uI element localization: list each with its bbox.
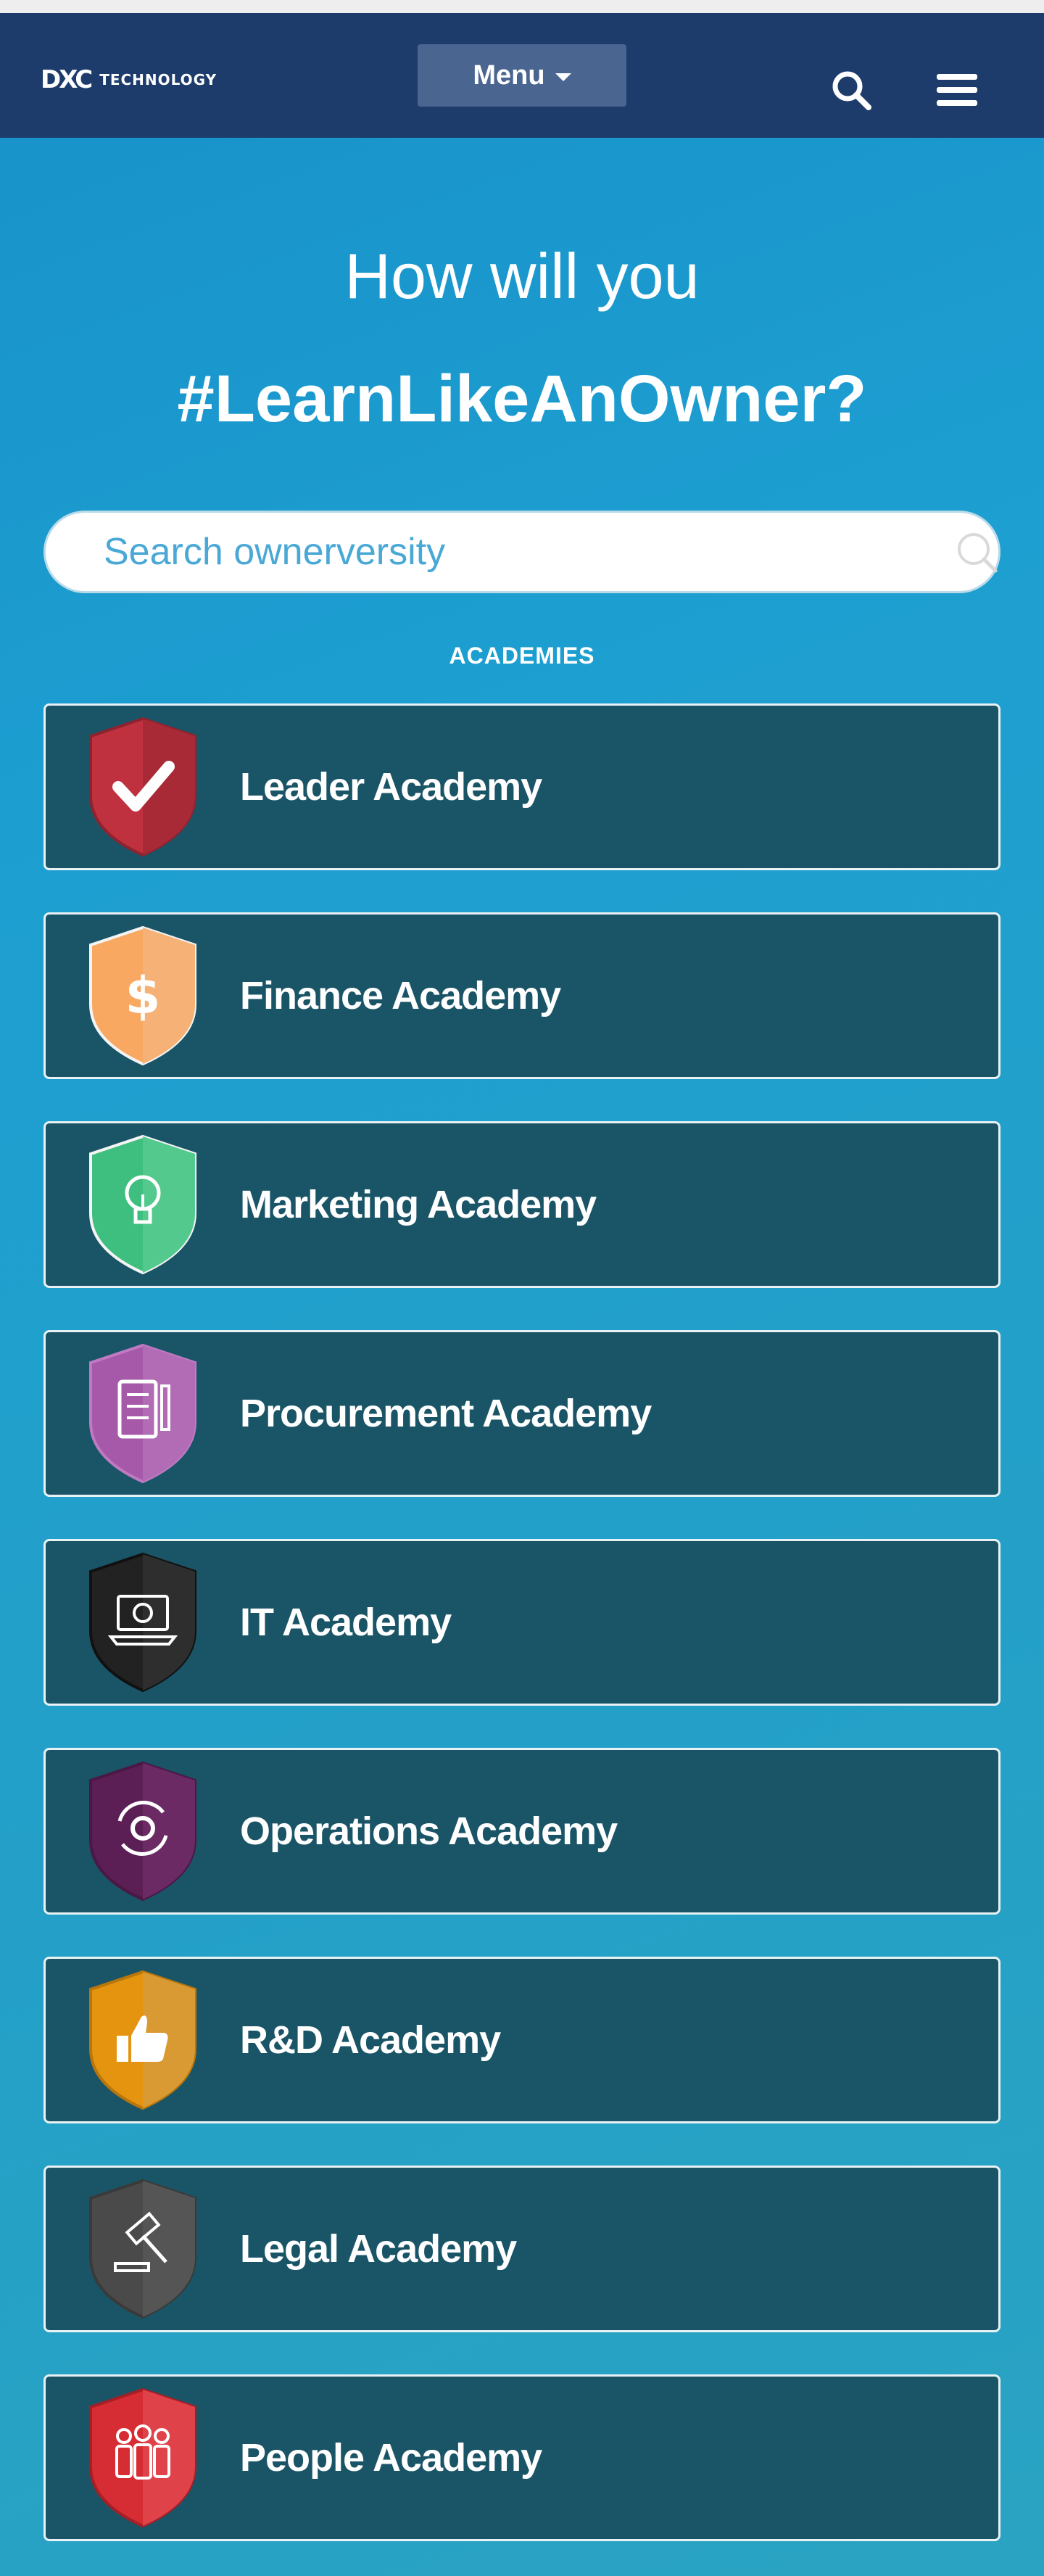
academy-card-people[interactable]: People Academy [44,2374,1000,2541]
checkmark-icon [89,717,196,857]
academy-card-finance[interactable]: $ Finance Academy [44,912,1000,1079]
academy-label: Leader Academy [240,765,542,809]
hero-heading: How will you [344,240,700,312]
search-input[interactable] [104,529,901,575]
cycle-gear-icon [89,1761,196,1902]
search-icon[interactable] [955,530,1000,575]
top-strip [0,0,1044,13]
academy-card-procurement[interactable]: Procurement Academy [44,1330,1000,1497]
academies-heading: ACADEMIES [449,643,595,669]
search-icon[interactable] [829,68,873,112]
academy-card-legal[interactable]: Legal Academy [44,2166,1000,2332]
laptop-gear-icon [89,1552,196,1693]
gavel-icon [89,2179,196,2319]
dollar-icon: $ [89,925,196,1066]
dxc-logo[interactable]: DXC TECHNOLOGY [41,65,217,94]
academy-card-rd[interactable]: R&D Academy [44,1957,1000,2123]
menu-button[interactable]: Menu [418,44,626,107]
people-icon [89,2387,196,2528]
academy-label: Operations Academy [240,1809,618,1853]
academy-label: Procurement Academy [240,1392,652,1435]
site-header: DXC TECHNOLOGY Menu [0,13,1044,138]
menu-label: Menu [473,59,545,91]
logo-mark: DXC [41,65,93,94]
academy-label: People Academy [240,2436,542,2480]
academy-card-operations[interactable]: Operations Academy [44,1748,1000,1915]
academy-label: IT Academy [240,1601,452,1644]
academy-label: Marketing Academy [240,1183,597,1226]
clipboard-icon [89,1343,196,1484]
logo-text: TECHNOLOGY [99,71,218,88]
academy-card-it[interactable]: IT Academy [44,1539,1000,1706]
lightbulb-icon [89,1134,196,1275]
academy-label: R&D Academy [240,2018,501,2062]
hamburger-menu-icon[interactable] [937,73,977,107]
academy-card-marketing[interactable]: Marketing Academy [44,1121,1000,1288]
caret-down-icon [555,73,571,81]
thumbs-up-icon [89,1970,196,2110]
academy-label: Finance Academy [240,974,561,1017]
academy-card-leader[interactable]: Leader Academy [44,703,1000,870]
svg-text:$: $ [125,966,161,1025]
search-bar [44,511,1000,593]
academy-label: Legal Academy [240,2227,517,2271]
hero-hashtag: #LearnLikeAnOwner? [177,362,867,436]
